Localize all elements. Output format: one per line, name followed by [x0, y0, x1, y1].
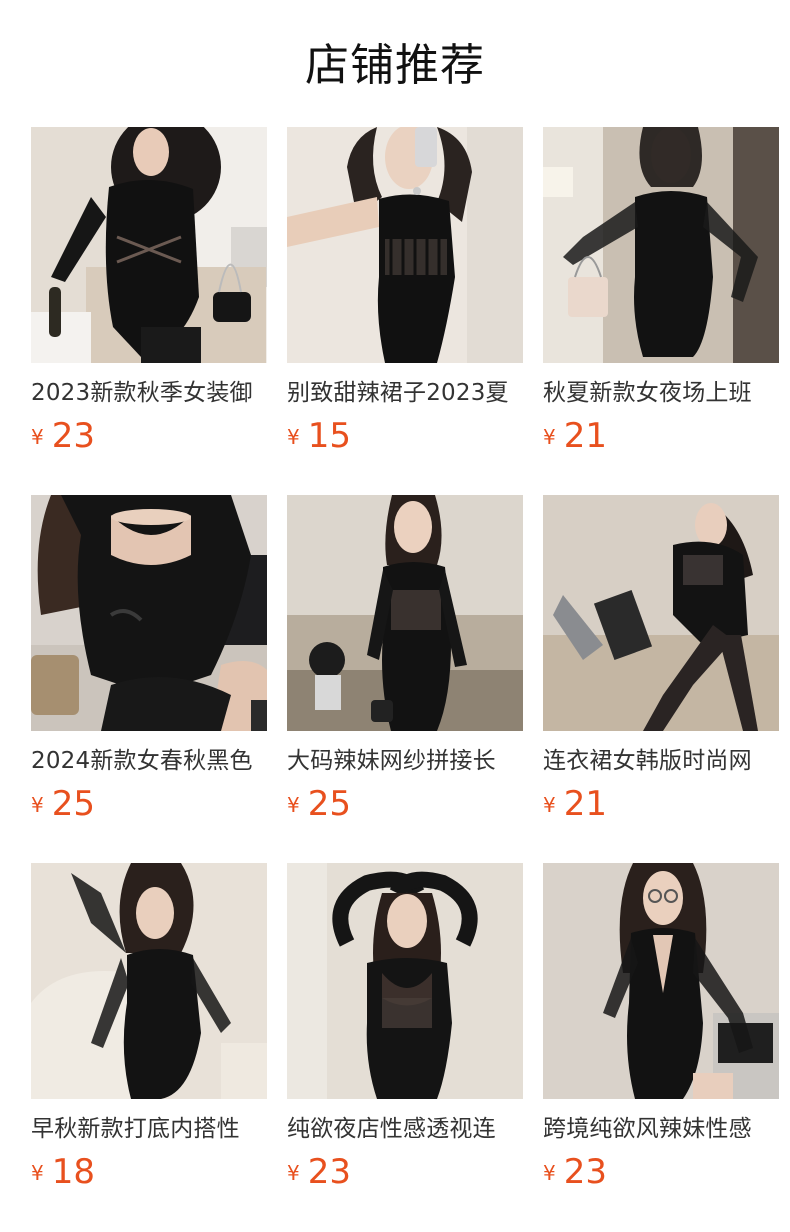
product-image[interactable]	[31, 127, 267, 363]
product-photo	[287, 863, 523, 1099]
product-card[interactable]: 连衣裙女韩版时尚网 ¥21	[543, 495, 779, 863]
currency-symbol: ¥	[543, 793, 556, 817]
product-photo	[287, 127, 523, 363]
product-price: ¥25	[287, 781, 523, 827]
price-value: 25	[51, 784, 95, 824]
product-grid: 2023新款秋季女装御 ¥23 别致甜辣裙子2023夏 ¥15 秋夏新款女夜场上…	[31, 127, 779, 1231]
product-price: ¥23	[543, 1149, 779, 1195]
product-image[interactable]	[287, 495, 523, 731]
product-image[interactable]	[543, 863, 779, 1099]
product-photo	[31, 127, 267, 363]
product-name[interactable]: 别致甜辣裙子2023夏	[287, 377, 523, 409]
currency-symbol: ¥	[287, 425, 300, 449]
product-price: ¥23	[287, 1149, 523, 1195]
product-image[interactable]	[31, 495, 267, 731]
price-value: 23	[563, 1152, 607, 1192]
product-price: ¥25	[31, 781, 267, 827]
product-name[interactable]: 秋夏新款女夜场上班	[543, 377, 779, 409]
product-name[interactable]: 早秋新款打底内搭性	[31, 1113, 267, 1145]
product-name[interactable]: 2024新款女春秋黑色	[31, 745, 267, 777]
price-value: 21	[563, 416, 607, 456]
product-card[interactable]: 大码辣妹网纱拼接长 ¥25	[287, 495, 523, 863]
price-value: 18	[51, 1152, 95, 1192]
product-photo	[31, 495, 267, 731]
product-card[interactable]: 2023新款秋季女装御 ¥23	[31, 127, 267, 495]
price-value: 21	[563, 784, 607, 824]
product-photo	[287, 495, 523, 731]
currency-symbol: ¥	[287, 793, 300, 817]
product-card[interactable]: 早秋新款打底内搭性 ¥18	[31, 863, 267, 1231]
product-price: ¥23	[31, 413, 267, 459]
page-title: 店铺推荐	[305, 40, 485, 91]
product-photo	[543, 495, 779, 731]
product-price: ¥21	[543, 781, 779, 827]
product-image[interactable]	[543, 127, 779, 363]
currency-symbol: ¥	[31, 1161, 44, 1185]
product-image[interactable]	[31, 863, 267, 1099]
product-card[interactable]: 纯欲夜店性感透视连 ¥23	[287, 863, 523, 1231]
currency-symbol: ¥	[287, 1161, 300, 1185]
product-name[interactable]: 纯欲夜店性感透视连	[287, 1113, 523, 1145]
product-image[interactable]	[287, 863, 523, 1099]
price-value: 25	[307, 784, 351, 824]
product-card[interactable]: 秋夏新款女夜场上班 ¥21	[543, 127, 779, 495]
product-image[interactable]	[287, 127, 523, 363]
currency-symbol: ¥	[31, 425, 44, 449]
price-value: 23	[307, 1152, 351, 1192]
price-value: 23	[51, 416, 95, 456]
price-value: 15	[307, 416, 351, 456]
product-photo	[543, 127, 779, 363]
product-price: ¥15	[287, 413, 523, 459]
product-card[interactable]: 跨境纯欲风辣妹性感 ¥23	[543, 863, 779, 1231]
product-name[interactable]: 跨境纯欲风辣妹性感	[543, 1113, 779, 1145]
product-image[interactable]	[543, 495, 779, 731]
product-photo	[31, 863, 267, 1099]
product-name[interactable]: 2023新款秋季女装御	[31, 377, 267, 409]
currency-symbol: ¥	[31, 793, 44, 817]
product-card[interactable]: 别致甜辣裙子2023夏 ¥15	[287, 127, 523, 495]
currency-symbol: ¥	[543, 1161, 556, 1185]
product-photo	[543, 863, 779, 1099]
product-price: ¥21	[543, 413, 779, 459]
product-price: ¥18	[31, 1149, 267, 1195]
product-name[interactable]: 大码辣妹网纱拼接长	[287, 745, 523, 777]
currency-symbol: ¥	[543, 425, 556, 449]
product-name[interactable]: 连衣裙女韩版时尚网	[543, 745, 779, 777]
product-card[interactable]: 2024新款女春秋黑色 ¥25	[31, 495, 267, 863]
